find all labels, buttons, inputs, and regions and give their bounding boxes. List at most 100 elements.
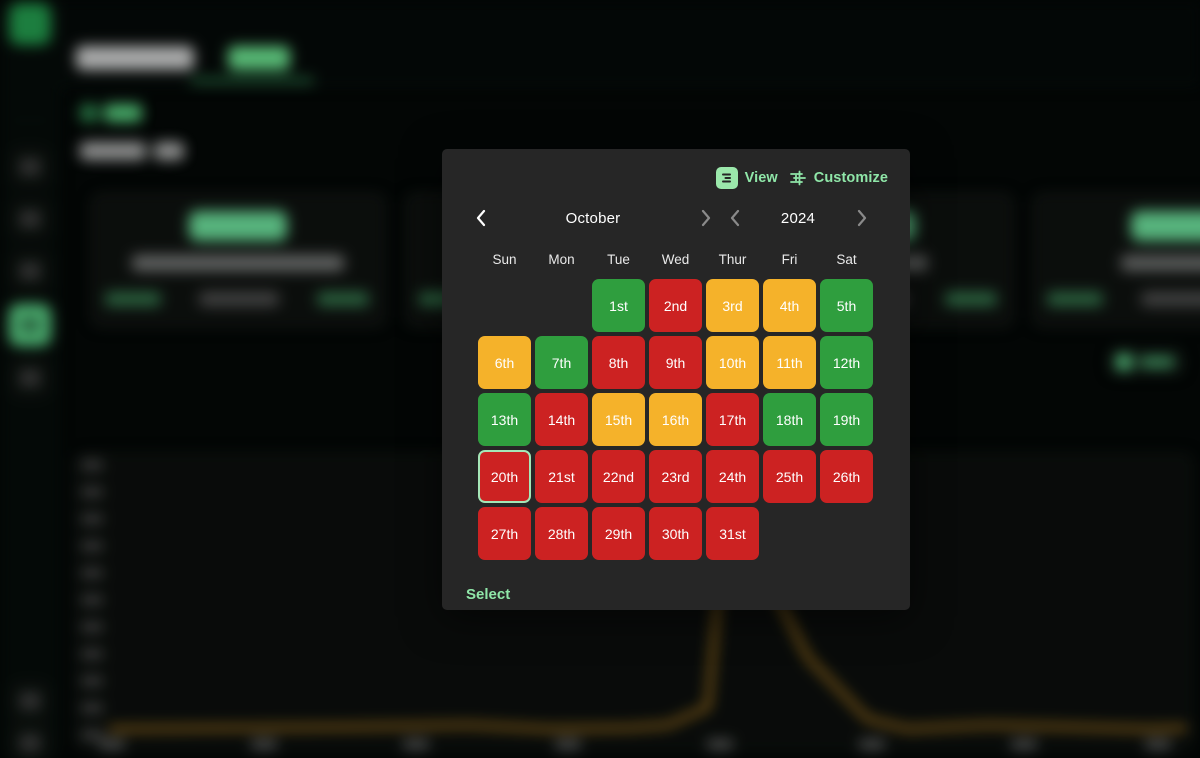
calendar-day-cell[interactable]: 24th	[704, 448, 761, 505]
day-13th[interactable]: 13th	[478, 393, 531, 446]
tab-active[interactable]	[228, 46, 290, 70]
day-8th[interactable]: 8th	[592, 336, 645, 389]
day-27th[interactable]: 27th	[478, 507, 531, 560]
year-next-chevron-right-icon[interactable]	[850, 207, 872, 229]
day-6th[interactable]: 6th	[478, 336, 531, 389]
tab-overview[interactable]	[76, 46, 194, 70]
calendar-day-cell[interactable]: 20th	[476, 448, 533, 505]
day-26th[interactable]: 26th	[820, 450, 873, 503]
calendar-day-cell[interactable]: 23rd	[647, 448, 704, 505]
calendar-day-cell[interactable]: 21st	[533, 448, 590, 505]
month-next-chevron-right-icon[interactable]	[694, 207, 716, 229]
tab-active-underline	[190, 78, 314, 83]
calendar-day-cell[interactable]: 27th	[476, 505, 533, 562]
day-1st[interactable]: 1st	[592, 279, 645, 332]
month-prev-chevron-left-icon[interactable]	[470, 207, 492, 229]
day-9th[interactable]: 9th	[649, 336, 702, 389]
export-button[interactable]	[1108, 348, 1184, 376]
calendar-day-cell[interactable]: 5th	[818, 277, 875, 334]
day-29th[interactable]: 29th	[592, 507, 645, 560]
day-28th[interactable]: 28th	[535, 507, 588, 560]
day-21st[interactable]: 21st	[535, 450, 588, 503]
customize-label[interactable]: Customize	[814, 171, 888, 186]
day-5th[interactable]: 5th	[820, 279, 873, 332]
calendar-day-cell[interactable]: 6th	[476, 334, 533, 391]
day-24th[interactable]: 24th	[706, 450, 759, 503]
sidebar-item-reports[interactable]	[9, 198, 51, 240]
weekday-label: Sat	[836, 252, 857, 267]
sidebar-item-calendar[interactable]	[9, 304, 51, 346]
day-20th[interactable]: 20th	[478, 450, 531, 503]
sidebar-item-settings[interactable]	[9, 357, 51, 399]
calendar-empty-cell	[476, 277, 533, 334]
day-17th[interactable]: 17th	[706, 393, 759, 446]
calendar-day-cell[interactable]: 31st	[704, 505, 761, 562]
sliders-icon[interactable]	[789, 169, 807, 187]
view-label[interactable]: View	[745, 171, 778, 186]
day-12th[interactable]: 12th	[820, 336, 873, 389]
month-navigator: October	[470, 207, 716, 229]
header-badge-icon	[80, 104, 98, 122]
day-23rd[interactable]: 23rd	[649, 450, 702, 503]
document-list-icon[interactable]	[715, 167, 738, 189]
day-16th[interactable]: 16th	[649, 393, 702, 446]
day-2nd[interactable]: 2nd	[649, 279, 702, 332]
day-15th[interactable]: 15th	[592, 393, 645, 446]
sidebar-item-profile[interactable]	[9, 722, 51, 758]
weekday-label: Wed	[661, 252, 690, 267]
weekday-label: Tue	[607, 252, 630, 267]
weekday-label: Thur	[718, 252, 747, 267]
summary-card[interactable]	[90, 192, 386, 328]
select-button[interactable]: Select	[466, 586, 510, 603]
calendar-day-cell[interactable]: 9th	[647, 334, 704, 391]
day-7th[interactable]: 7th	[535, 336, 588, 389]
day-11th[interactable]: 11th	[763, 336, 816, 389]
date-picker-modal: View Customize October 2024 Sun Mon Tue …	[442, 149, 910, 610]
calendar-day-cell[interactable]: 4th	[761, 277, 818, 334]
calendar-day-cell[interactable]: 19th	[818, 391, 875, 448]
calendar-day-cell[interactable]: 18th	[761, 391, 818, 448]
day-3rd[interactable]: 3rd	[706, 279, 759, 332]
day-10th[interactable]: 10th	[706, 336, 759, 389]
page-title	[80, 142, 146, 160]
day-4th[interactable]: 4th	[763, 279, 816, 332]
sidebar-item-chart[interactable]	[9, 250, 51, 292]
day-31st[interactable]: 31st	[706, 507, 759, 560]
year-label: 2024	[780, 209, 816, 227]
day-30th[interactable]: 30th	[649, 507, 702, 560]
day-14th[interactable]: 14th	[535, 393, 588, 446]
calendar-day-cell[interactable]: 14th	[533, 391, 590, 448]
calendar-day-cell[interactable]: 29th	[590, 505, 647, 562]
sidebar-item-help[interactable]	[9, 680, 51, 722]
calendar-day-cell[interactable]: 16th	[647, 391, 704, 448]
calendar-day-cell[interactable]: 2nd	[647, 277, 704, 334]
summary-card[interactable]	[1032, 192, 1200, 328]
calendar-day-cell[interactable]: 25th	[761, 448, 818, 505]
calendar-day-cell[interactable]: 28th	[533, 505, 590, 562]
calendar-day-cell[interactable]: 3rd	[704, 277, 761, 334]
app-logo-icon[interactable]	[9, 3, 51, 45]
day-22nd[interactable]: 22nd	[592, 450, 645, 503]
header-badge-label	[104, 104, 142, 122]
year-prev-chevron-left-icon[interactable]	[724, 207, 746, 229]
calendar-day-cell[interactable]: 11th	[761, 334, 818, 391]
page-subtitle	[154, 142, 184, 160]
calendar-day-cell[interactable]: 12th	[818, 334, 875, 391]
calendar-navigation: October 2024	[470, 205, 882, 231]
calendar-day-cell[interactable]: 8th	[590, 334, 647, 391]
calendar-day-cell[interactable]: 26th	[818, 448, 875, 505]
calendar-day-cell[interactable]: 1st	[590, 277, 647, 334]
day-25th[interactable]: 25th	[763, 450, 816, 503]
top-tab-bar	[60, 0, 1200, 86]
calendar-day-cell[interactable]: 7th	[533, 334, 590, 391]
weekday-label: Mon	[548, 252, 575, 267]
calendar-day-cell[interactable]: 17th	[704, 391, 761, 448]
calendar-day-cell[interactable]: 15th	[590, 391, 647, 448]
day-19th[interactable]: 19th	[820, 393, 873, 446]
calendar-day-cell[interactable]: 22nd	[590, 448, 647, 505]
calendar-day-cell[interactable]: 10th	[704, 334, 761, 391]
calendar-day-cell[interactable]: 13th	[476, 391, 533, 448]
calendar-day-cell[interactable]: 30th	[647, 505, 704, 562]
sidebar-item-dashboard[interactable]	[9, 146, 51, 188]
day-18th[interactable]: 18th	[763, 393, 816, 446]
